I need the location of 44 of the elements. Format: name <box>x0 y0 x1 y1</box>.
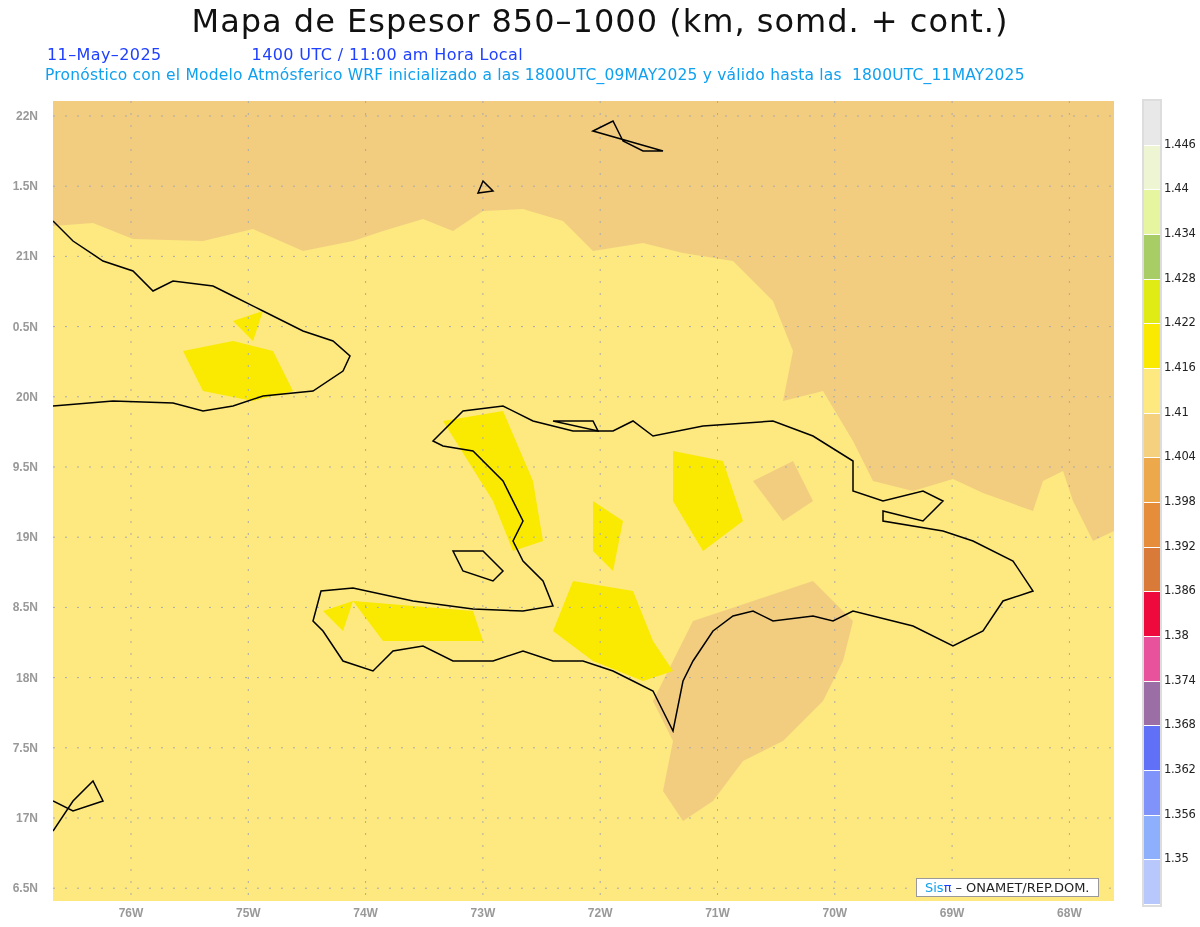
longitude-label: 68W <box>1057 906 1082 920</box>
date-label: 11–May–2025 <box>47 45 162 64</box>
credit-text: – ONAMET/REP.DOM. <box>955 880 1090 895</box>
latitude-label: 7.5N <box>12 740 38 755</box>
scale-label: 1.38 <box>1164 627 1189 642</box>
scale-label: 1.434 <box>1164 225 1196 240</box>
scale-label: 1.44 <box>1164 181 1189 196</box>
latitude-label: 18N <box>16 670 38 685</box>
scale-label: 1.398 <box>1164 493 1196 508</box>
latitude-label: 21N <box>16 249 38 264</box>
latitude-label: 19N <box>16 530 38 545</box>
latitude-label: 9.5N <box>12 460 38 474</box>
longitude-label: 75W <box>235 906 261 920</box>
latitude-label: 0.5N <box>12 319 38 334</box>
latitude-label: 1.5N <box>12 179 38 194</box>
scale-label: 1.386 <box>1164 583 1196 598</box>
latitude-label: 6.5N <box>12 881 38 896</box>
longitude-label: 76W <box>118 906 144 920</box>
brand-logo: Sisπ <box>925 880 952 895</box>
forecast-subtitle: Pronóstico con el Modelo Atmósferico WRF inicializado a las 1800UTC_09MAY2025 y válido hasta las 1800UTC_11MAY2025 <box>45 66 1025 84</box>
longitude-label: 72W <box>587 906 613 920</box>
longitude-label: 71W <box>705 906 730 920</box>
latitude-label: 20N <box>16 389 38 404</box>
latitude-label: 17N <box>16 811 38 825</box>
longitude-label: 69W <box>939 906 965 920</box>
scale-label: 1.428 <box>1164 270 1196 285</box>
time-label: 1400 UTC / 11:00 am Hora Local <box>251 45 524 64</box>
longitude-label: 74W <box>353 906 378 920</box>
scale-label: 1.404 <box>1164 449 1196 464</box>
scale-label: 1.416 <box>1164 359 1196 374</box>
longitude-label: 73W <box>470 906 496 920</box>
latitude-label: 8.5N <box>12 600 38 615</box>
latitude-label: 22N <box>16 109 38 123</box>
scale-label: 1.41 <box>1164 404 1189 419</box>
scale-label: 1.446 <box>1164 136 1196 151</box>
scale-label: 1.368 <box>1164 717 1196 732</box>
scale-label: 1.356 <box>1164 806 1196 821</box>
scale-label: 1.362 <box>1164 761 1196 776</box>
scale-label: 1.374 <box>1164 672 1196 687</box>
scale-label: 1.422 <box>1164 315 1196 330</box>
chart-title: Mapa de Espesor 850–1000 (km, somd. + cont.) <box>190 2 1010 40</box>
scale-label: 1.392 <box>1164 538 1196 553</box>
longitude-label: 70W <box>822 906 848 920</box>
scale-label: 1.35 <box>1164 851 1189 866</box>
